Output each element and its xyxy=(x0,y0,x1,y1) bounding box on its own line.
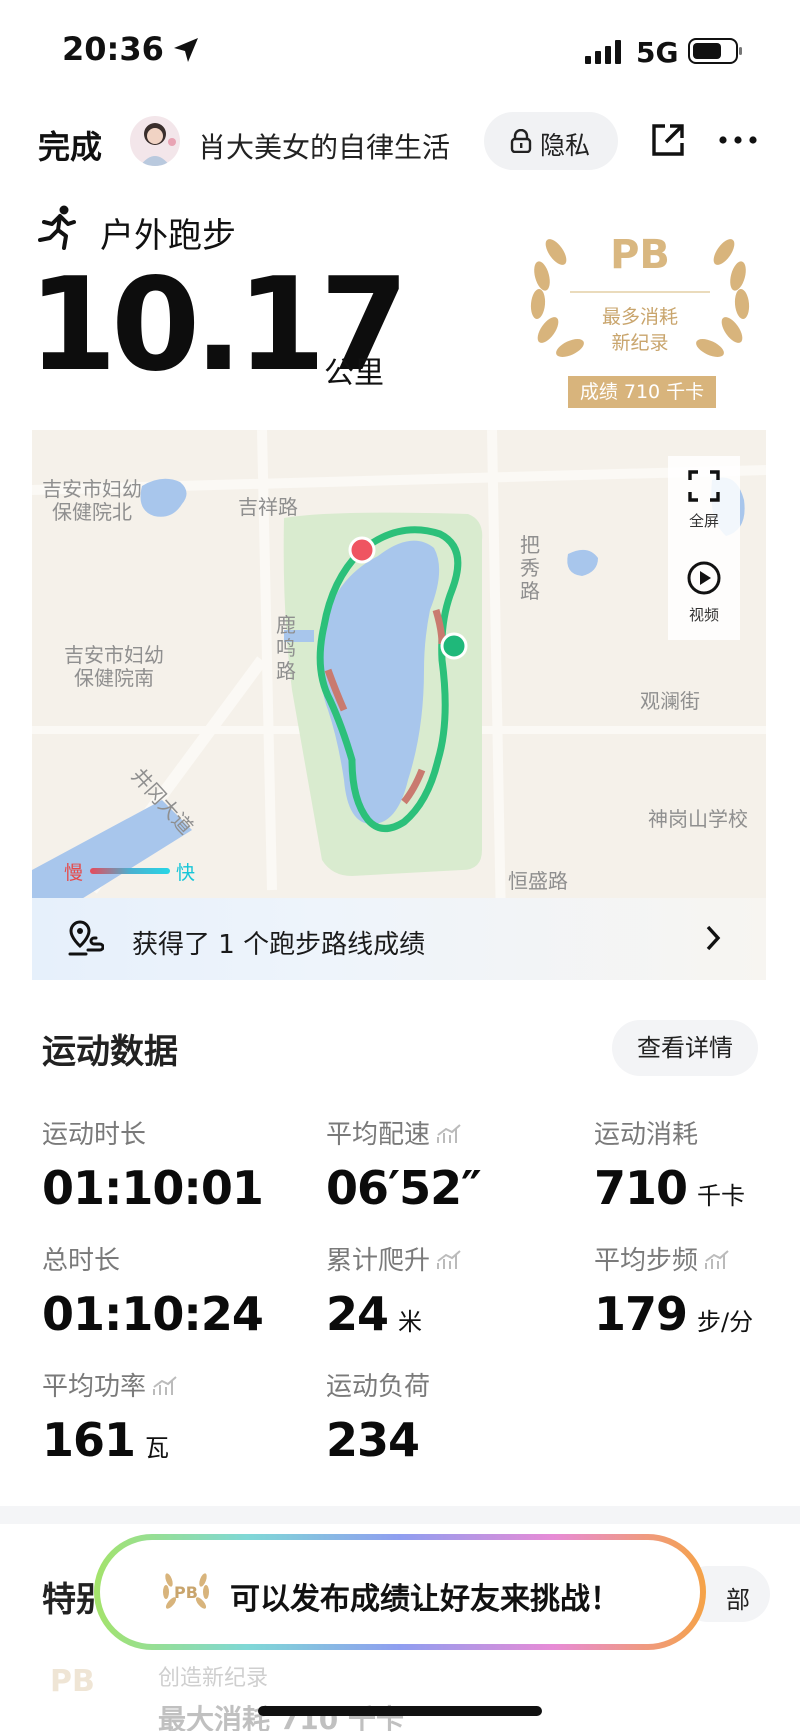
location-arrow-icon xyxy=(172,36,200,68)
route-achievement-text: 获得了 1 个跑步路线成绩 xyxy=(132,930,426,960)
map-label-shengangshan-school: 神岗山学校 xyxy=(648,807,748,831)
toast-pb-text: PB xyxy=(174,1583,198,1602)
stat-label: 运动消耗 xyxy=(594,1120,699,1150)
trend-chart-icon xyxy=(705,1250,729,1269)
stat-duration: 运动时长 01:10:01 xyxy=(42,1114,264,1215)
stat-label: 累计爬升 xyxy=(326,1246,431,1276)
status-bar: 20:36 5G xyxy=(0,0,800,100)
privacy-label: 隐私 xyxy=(540,131,591,160)
view-details-button[interactable]: 查看详情 xyxy=(612,1020,758,1076)
stat-value: 234 xyxy=(326,1413,420,1467)
stat-total-time: 总时长 01:10:24 xyxy=(42,1240,264,1341)
battery-icon xyxy=(688,38,744,68)
pb-line2: 新纪录 xyxy=(611,332,669,354)
route-achievement-banner[interactable]: 获得了 1 个跑步路线成绩 xyxy=(32,898,766,980)
top-header: 完成 肖大美女的自律生活 隐私 xyxy=(0,100,800,190)
map-label-jixiang-road: 吉祥路 xyxy=(238,495,298,519)
map-label-hengsheng-road: 恒盛路 xyxy=(508,869,568,893)
route-map[interactable]: 吉安市妇幼 保健院北 吉祥路 把 秀 路 鹿 鸣 路 吉安市妇幼 保健院南 观澜… xyxy=(32,430,766,980)
stat-value: 179 xyxy=(594,1287,688,1341)
stat-label: 总时长 xyxy=(42,1246,121,1276)
challenge-toast[interactable]: PB 可以发布成绩让好友来挑战！ xyxy=(94,1534,706,1650)
status-time: 20:36 xyxy=(62,30,164,68)
trend-chart-icon xyxy=(153,1376,177,1395)
trend-chart-icon xyxy=(437,1250,461,1269)
home-indicator[interactable] xyxy=(258,1706,542,1716)
chevron-right-icon xyxy=(704,924,722,956)
pb-laurel-icon: PB xyxy=(160,1568,212,1618)
stat-value: 710 xyxy=(594,1161,688,1215)
stat-label: 运动负荷 xyxy=(326,1372,431,1402)
speed-fast-label: 快 xyxy=(176,862,196,884)
pb-line1: 最多消耗 xyxy=(601,306,678,328)
stat-value: 06′52″ xyxy=(326,1161,482,1215)
end-marker xyxy=(440,632,468,660)
map-label-hospital-north: 吉安市妇幼 保健院北 xyxy=(42,477,142,524)
stat-value: 01:10:24 xyxy=(42,1287,264,1341)
toast-text: 可以发布成绩让好友来挑战！ xyxy=(230,1582,620,1617)
more-options-icon[interactable] xyxy=(718,122,758,162)
done-button[interactable]: 完成 xyxy=(38,122,102,168)
pb-score: 成绩 710 千卡 xyxy=(568,376,716,408)
section-divider xyxy=(0,1506,800,1524)
view-all-label: 部 xyxy=(726,1586,750,1614)
fullscreen-button[interactable]: 全屏 xyxy=(668,470,740,531)
username[interactable]: 肖大美女的自律生活 xyxy=(198,126,450,166)
stat-training-load: 运动负荷 234 xyxy=(326,1366,430,1467)
cellular-signal-icon xyxy=(585,40,625,68)
map-label-hospital-south: 吉安市妇幼 保健院南 xyxy=(64,643,164,690)
map-label-luming-road: 鹿 鸣 路 xyxy=(276,613,296,683)
stat-label: 运动时长 xyxy=(42,1120,147,1150)
special-achievement-item[interactable]: PB 创造新纪录 最大消耗 710 千卡 xyxy=(40,1660,760,1731)
trend-chart-icon xyxy=(437,1124,461,1143)
activity-type-label: 户外跑步 xyxy=(100,216,236,256)
stat-unit: 步/分 xyxy=(697,1308,754,1336)
network-type: 5G xyxy=(636,36,679,69)
stat-unit: 瓦 xyxy=(145,1434,170,1462)
avatar[interactable] xyxy=(130,116,180,166)
lock-icon xyxy=(510,128,532,157)
map-label-guanlan-street: 观澜街 xyxy=(640,689,700,713)
stat-unit: 千卡 xyxy=(697,1182,746,1210)
stat-avg-cadence[interactable]: 平均步频 179 步/分 xyxy=(594,1240,753,1341)
stat-value: 161 xyxy=(42,1413,136,1467)
fullscreen-icon xyxy=(688,470,720,502)
toast-body: PB 可以发布成绩让好友来挑战！ xyxy=(100,1540,700,1644)
video-label: 视频 xyxy=(688,606,719,624)
route-pin-icon xyxy=(68,920,105,962)
privacy-button[interactable]: 隐私 xyxy=(484,112,618,170)
speed-slow-label: 慢 xyxy=(64,862,84,884)
achievement-title: 创造新纪录 xyxy=(158,1666,269,1691)
stat-value: 24 xyxy=(326,1287,389,1341)
pb-title: PB xyxy=(610,232,670,278)
stat-value: 01:10:01 xyxy=(42,1161,264,1215)
speed-gradient-bar xyxy=(90,868,170,874)
map-label-baxiu-road: 把 秀 路 xyxy=(520,533,540,603)
distance-unit: 公里 xyxy=(324,356,384,391)
map-controls: 全屏 视频 xyxy=(668,456,740,640)
stats-section-title: 运动数据 xyxy=(42,1032,178,1072)
stat-avg-pace[interactable]: 平均配速 06′52″ xyxy=(326,1114,482,1215)
start-marker xyxy=(348,536,376,564)
pb-badge[interactable]: PB 最多消耗 新纪录 成绩 710 千卡 xyxy=(520,226,760,408)
stat-label: 平均配速 xyxy=(326,1120,431,1150)
fullscreen-label: 全屏 xyxy=(688,512,719,530)
share-icon[interactable] xyxy=(650,122,686,162)
stat-elevation-gain[interactable]: 累计爬升 24 米 xyxy=(326,1240,462,1341)
stat-label: 平均功率 xyxy=(42,1372,147,1402)
pb-mini-badge: PB xyxy=(50,1664,95,1699)
stat-avg-power[interactable]: 平均功率 161 瓦 xyxy=(42,1366,178,1467)
stat-label: 平均步频 xyxy=(594,1246,699,1276)
running-icon xyxy=(38,204,78,254)
stat-calories: 运动消耗 710 千卡 xyxy=(594,1114,745,1215)
video-button[interactable]: 视频 xyxy=(668,560,740,625)
play-icon xyxy=(687,561,721,595)
stat-unit: 米 xyxy=(398,1308,423,1336)
